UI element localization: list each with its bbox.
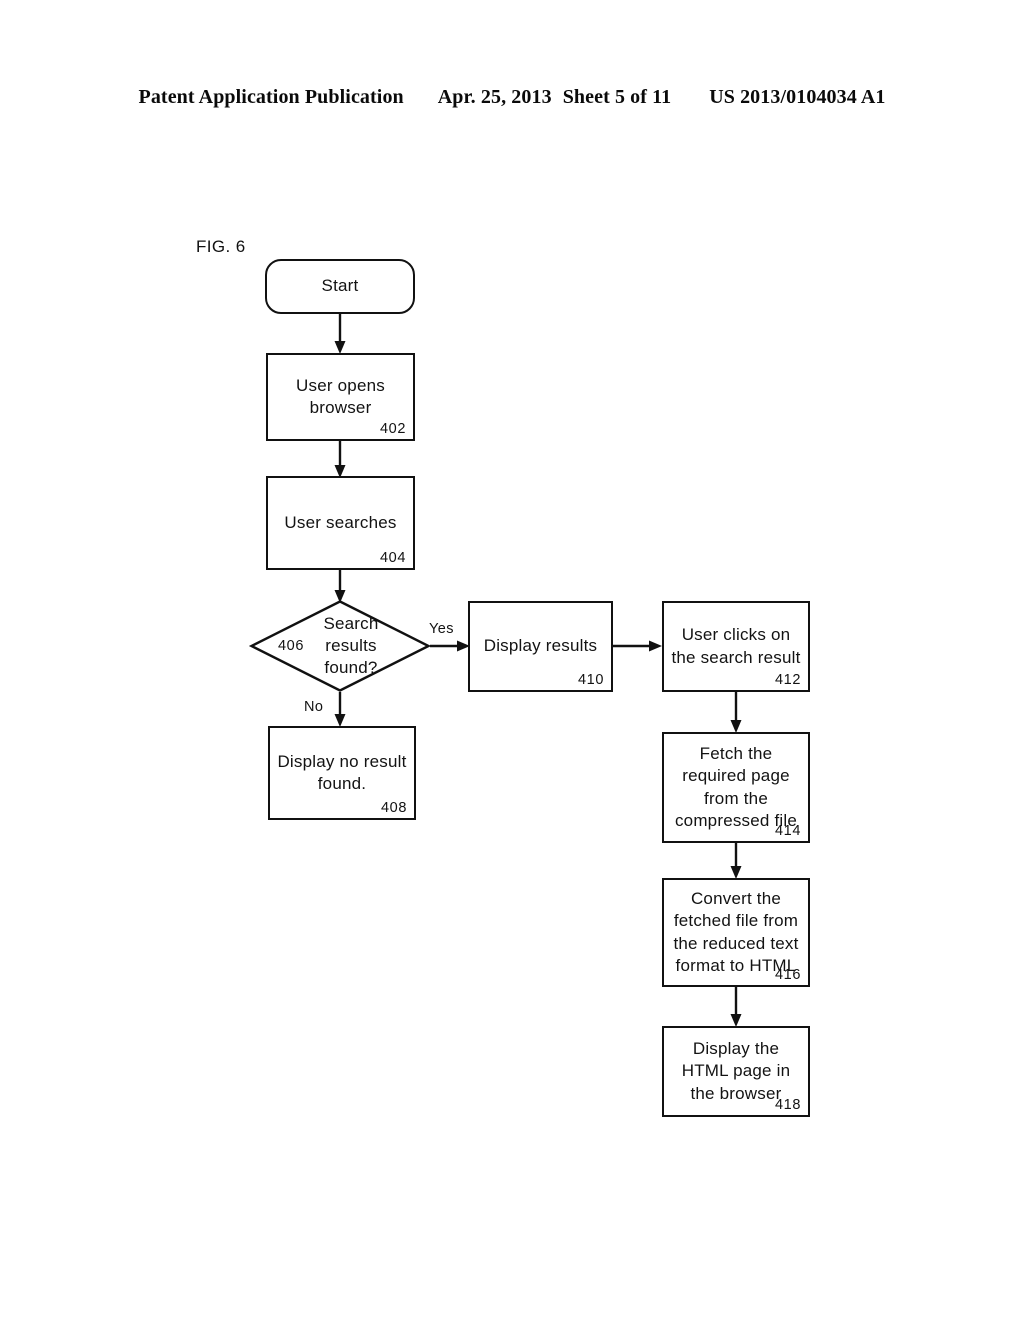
connector-406-to-410-yes <box>430 640 470 652</box>
patent-drawing-page: Patent Application Publication Apr. 25, 2… <box>0 0 1024 1320</box>
connector-start-to-402 <box>334 313 346 354</box>
flow-node-search-results-found: Search results found? 406 <box>248 600 432 692</box>
flow-node-display-no-result-found: Display no result found. 408 <box>268 726 416 820</box>
connector-406-to-408-no <box>334 692 346 727</box>
flow-node-search-results-found-ref: 406 <box>278 638 304 654</box>
flow-node-convert-fetched-file-ref: 416 <box>775 967 801 983</box>
connector-412-to-414 <box>730 692 742 733</box>
edge-label-no: No <box>304 699 324 715</box>
flow-node-display-results-label: Display results <box>483 636 598 656</box>
flow-node-fetch-required-page-ref: 414 <box>775 823 801 839</box>
connector-404-to-406 <box>334 570 346 603</box>
header-publication-title: Patent Application Publication <box>138 86 404 108</box>
header-publication-date: Apr. 25, 2013 <box>437 86 552 108</box>
flow-node-convert-fetched-file: Convert the fetched file from the reduce… <box>662 878 810 987</box>
connector-410-to-412 <box>613 640 662 652</box>
flow-node-convert-fetched-file-label: Convert the fetched file from the reduce… <box>673 888 799 975</box>
flow-node-user-clicks-search-result-label: User clicks on the search result <box>671 625 801 667</box>
flow-node-user-searches-ref: 404 <box>380 550 406 566</box>
figure-label: FIG. 6 <box>196 237 246 256</box>
connector-416-to-418 <box>730 987 742 1027</box>
flow-node-user-opens-browser-label: User opens browser <box>296 375 385 417</box>
flow-node-search-results-found-label: Search results found? <box>323 613 379 678</box>
flow-node-display-results: Display results 410 <box>468 601 613 692</box>
flow-node-user-clicks-search-result: User clicks on the search result 412 <box>662 601 810 692</box>
flow-node-user-opens-browser-ref: 402 <box>380 421 406 437</box>
page-header: Patent Application Publication Apr. 25, 2… <box>0 86 1024 109</box>
flow-node-display-html-page-ref: 418 <box>775 1097 801 1113</box>
flow-node-display-results-ref: 410 <box>578 672 604 688</box>
edge-label-yes: Yes <box>429 621 454 637</box>
flow-node-display-html-page-label: Display the HTML page in the browser <box>681 1038 791 1103</box>
connector-402-to-404 <box>334 441 346 478</box>
flow-node-start-label: Start <box>321 276 359 296</box>
flow-node-user-clicks-search-result-ref: 412 <box>775 672 801 688</box>
flow-node-fetch-required-page-label: Fetch the required page from the compres… <box>674 743 798 830</box>
header-sheet-number: Sheet 5 of 11 <box>562 86 672 108</box>
flow-node-display-html-page: Display the HTML page in the browser 418 <box>662 1026 810 1117</box>
flow-node-fetch-required-page: Fetch the required page from the compres… <box>662 732 810 843</box>
flow-node-start: Start <box>265 259 415 314</box>
header-patent-number: US 2013/0104034 A1 <box>709 86 886 108</box>
flow-node-user-searches: User searches 404 <box>266 476 415 570</box>
flow-node-display-no-result-found-ref: 408 <box>381 800 407 816</box>
flow-node-display-no-result-found-label: Display no result found. <box>277 751 407 793</box>
flow-node-user-opens-browser: User opens browser 402 <box>266 353 415 441</box>
connector-414-to-416 <box>730 843 742 879</box>
flow-node-user-searches-label: User searches <box>284 512 397 532</box>
